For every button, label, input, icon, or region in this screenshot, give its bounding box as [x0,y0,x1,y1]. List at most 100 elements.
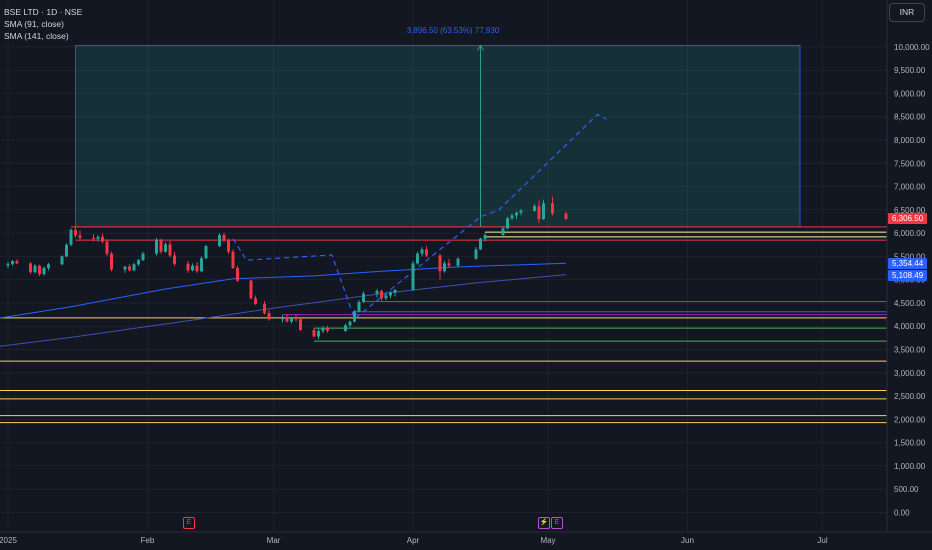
price-chart[interactable]: 10,000.00 9,500.00 9,000.00 8,500.00 8,000.0… [0,0,932,550]
y-tick-label: 7,000.00 [894,183,926,192]
candle-body [29,263,32,273]
candle-body [65,244,68,257]
candle-body [11,261,14,264]
candle-body [267,313,271,320]
candle-body [420,249,424,254]
x-tick-label: May [540,536,555,545]
candle-body [96,236,100,239]
y-tick-label: 8,500.00 [894,113,926,122]
candle-body [254,298,257,304]
candle-body [60,256,64,265]
y-tick-label: 0.00 [894,509,910,518]
y-tick-label: 10,000.00 [894,43,930,52]
earnings-event-icon[interactable]: E [183,517,195,529]
candle-body [132,264,136,271]
y-tick-label: 3,000.00 [894,369,926,378]
y-tick-label: 2,500.00 [894,392,926,401]
y-tick-label: 1,500.00 [894,439,926,448]
candle-body [110,253,113,270]
candle-body [474,249,478,259]
candle-body [236,268,239,281]
candle-body [290,317,293,322]
candle-body [249,280,253,299]
candle-body [227,240,230,252]
candle-body [78,235,82,238]
candle-body [380,290,383,299]
candle-body [128,266,131,271]
candle-body [348,321,352,326]
legend-sma-91[interactable]: SMA (91, close) [4,18,82,30]
candle-body [447,263,451,266]
y-tick-label: 2,000.00 [894,415,926,424]
candle-body [416,253,419,264]
x-tick-label: 2025 [0,536,17,545]
candle-body [105,241,109,254]
candle-body [506,218,509,229]
candle-body [47,264,50,269]
candle-body [312,329,316,337]
candle-body [362,293,365,303]
candle-body [92,237,95,239]
candle-body [393,289,397,293]
y-tick-label: 7,500.00 [894,159,926,168]
candle-body [38,265,41,275]
candle-body [101,236,104,242]
candle-body [195,265,199,272]
candle-body [479,238,482,250]
candle-body [200,258,203,272]
candle-body [186,263,190,271]
y-tick-label: 9,000.00 [894,89,926,98]
earnings-event-icon-2[interactable]: E [551,517,563,529]
y-tick-label: 4,000.00 [894,322,926,331]
x-tick-label: Feb [141,536,155,545]
candle-body [42,268,46,275]
legend-symbol[interactable]: BSE LTD · 1D · NSE [4,6,82,18]
candle-body [191,265,194,271]
dividend-event-icon[interactable]: ⚡ [538,517,550,529]
measure-label: 3,896.50 (63.53%) 77,930 [406,26,500,35]
candle-body [384,295,388,299]
measure-range-box [75,45,801,228]
candle-body [425,249,428,256]
x-tick-label: Apr [407,536,420,545]
candle-body [515,212,518,216]
candle-body [317,330,320,337]
x-tick-label: Jun [681,536,694,545]
candle-body [15,261,19,264]
candle-body [281,316,284,320]
candle-body [375,290,379,294]
candle-body [299,319,302,330]
sma-91-badge: 5,354.44 [888,257,928,269]
candle-body [204,246,208,259]
sma-141-badge: 5,108.49 [888,270,928,282]
candle-body [155,239,158,254]
candle-body [542,203,545,220]
chart-legend: BSE LTD · 1D · NSE SMA (91, close) SMA (… [4,6,82,42]
candle-body [456,258,460,266]
candle-body [222,234,226,241]
candle-body [411,263,415,290]
candle-body [551,203,554,214]
candle-body [137,260,140,265]
x-tick-label: Mar [267,536,281,545]
currency-button[interactable]: INR [889,3,925,22]
candle-body [123,266,127,270]
candle-body [69,229,73,245]
candle-body [294,317,298,320]
candle-body [218,234,221,247]
legend-sma-141[interactable]: SMA (141, close) [4,30,82,42]
candle-body [263,303,266,314]
candle-body [443,263,446,272]
candle-body [537,206,541,220]
candle-body [164,244,167,252]
x-tick-label: Jul [817,536,827,545]
candle-body [564,213,568,219]
candle-body [483,234,487,239]
y-tick-label: 4,500.00 [894,299,926,308]
candle-body [6,263,10,266]
candle-body [159,239,163,252]
candle-body [141,253,145,261]
y-tick-label: 500.00 [894,485,919,494]
candle-body [74,229,77,236]
candle-body [353,311,356,322]
